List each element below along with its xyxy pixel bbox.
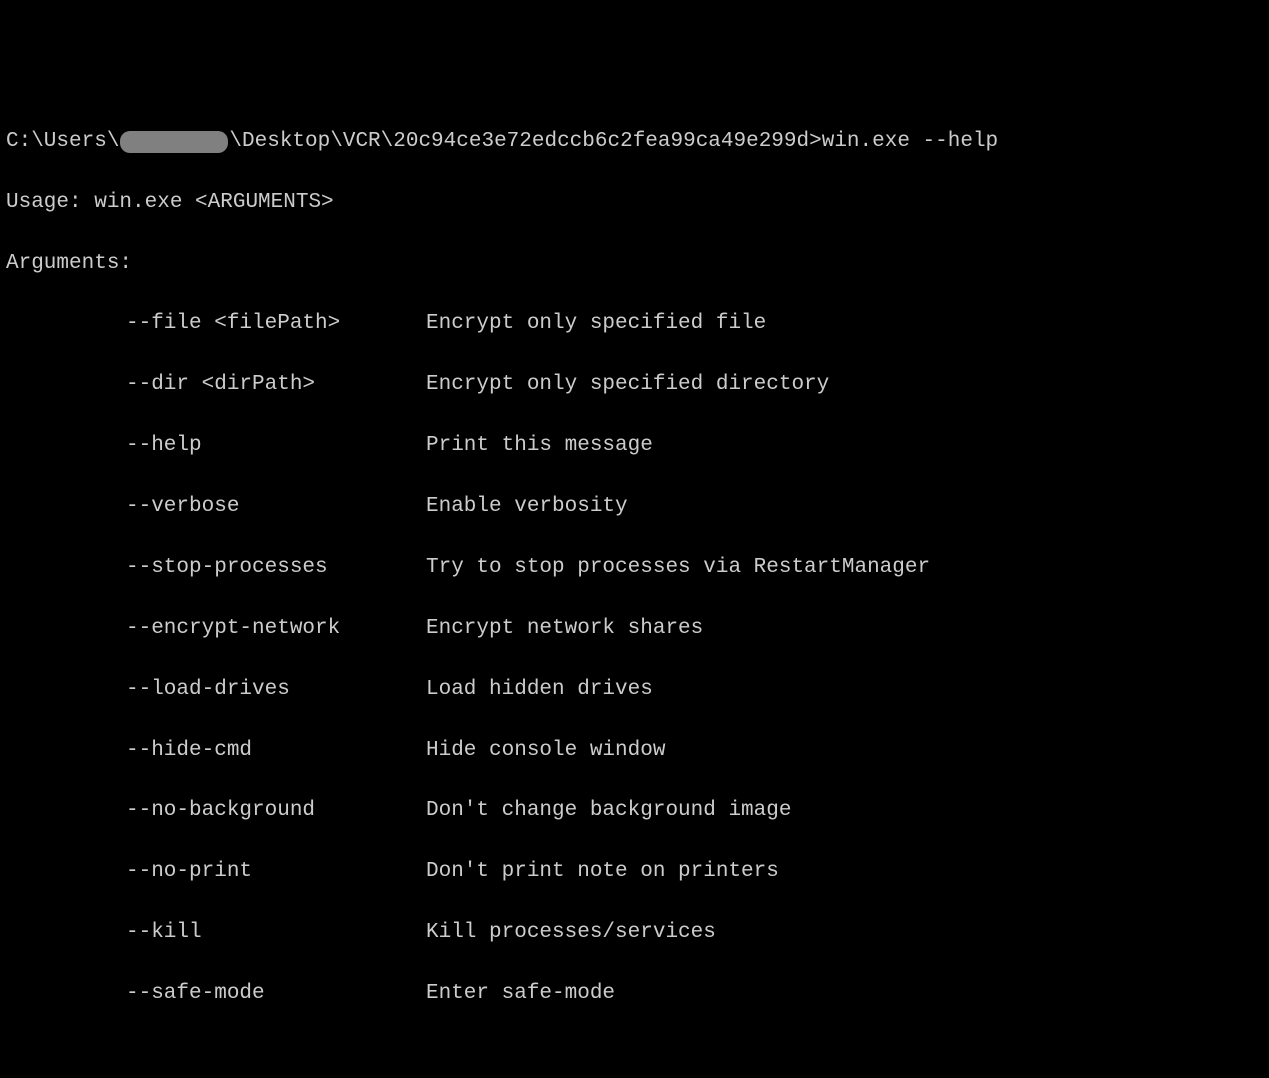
argument-indent [6,370,126,400]
argument-flag: --safe-mode [126,979,426,1009]
argument-flag: --verbose [126,492,426,522]
argument-flag: --no-print [126,857,426,887]
argument-description: Encrypt only specified file [426,309,1263,339]
argument-indent [6,553,126,583]
argument-indent [6,736,126,766]
argument-row: --no-printDon't print note on printers [6,857,1263,887]
argument-description: Load hidden drives [426,675,1263,705]
argument-row: --no-backgroundDon't change background i… [6,796,1263,826]
argument-flag: --kill [126,918,426,948]
argument-indent [6,918,126,948]
argument-flag: --file <filePath> [126,309,426,339]
argument-description: Enter safe-mode [426,979,1263,1009]
argument-row: --safe-modeEnter safe-mode [6,979,1263,1009]
argument-description: Kill processes/services [426,918,1263,948]
argument-description: Don't change background image [426,796,1263,826]
redacted-username [120,131,228,153]
argument-flag: --dir <dirPath> [126,370,426,400]
argument-description: Print this message [426,431,1263,461]
command-prompt-line: C:\Users\ \Desktop\VCR\20c94ce3e72edccb6c… [6,127,1263,157]
argument-indent [6,492,126,522]
argument-description: Hide console window [426,736,1263,766]
argument-flag: --load-drives [126,675,426,705]
argument-row: --hide-cmdHide console window [6,736,1263,766]
argument-row: --stop-processesTry to stop processes vi… [6,553,1263,583]
argument-description: Encrypt network shares [426,614,1263,644]
argument-indent [6,675,126,705]
argument-indent [6,431,126,461]
argument-flag: --encrypt-network [126,614,426,644]
path-suffix: \Desktop\VCR\20c94ce3e72edccb6c2fea99ca4… [229,127,821,157]
argument-row: --encrypt-networkEncrypt network shares [6,614,1263,644]
usage-line: Usage: win.exe <ARGUMENTS> [6,188,1263,218]
argument-flag: --stop-processes [126,553,426,583]
argument-indent [6,309,126,339]
path-prefix: C:\Users\ [6,127,119,157]
arguments-header: Arguments: [6,249,1263,279]
argument-indent [6,979,126,1009]
argument-row: --dir <dirPath>Encrypt only specified di… [6,370,1263,400]
argument-flag: --hide-cmd [126,736,426,766]
argument-description: Don't print note on printers [426,857,1263,887]
argument-indent [6,857,126,887]
argument-description: Encrypt only specified directory [426,370,1263,400]
argument-flag: --no-background [126,796,426,826]
argument-row: --helpPrint this message [6,431,1263,461]
argument-row: --killKill processes/services [6,918,1263,948]
argument-row: --verboseEnable verbosity [6,492,1263,522]
command-input[interactable]: win.exe --help [822,127,998,157]
argument-description: Enable verbosity [426,492,1263,522]
argument-row: --load-drivesLoad hidden drives [6,675,1263,705]
argument-row: --file <filePath>Encrypt only specified … [6,309,1263,339]
argument-flag: --help [126,431,426,461]
argument-description: Try to stop processes via RestartManager [426,553,1263,583]
argument-indent [6,614,126,644]
argument-indent [6,796,126,826]
